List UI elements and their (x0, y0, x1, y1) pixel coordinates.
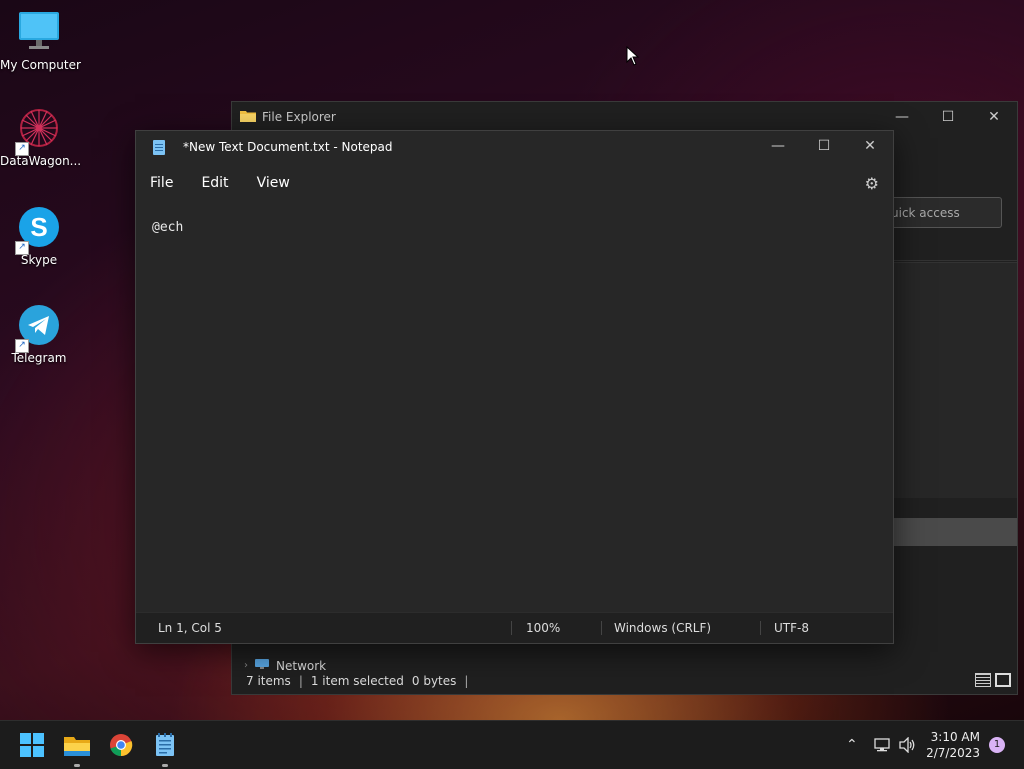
chevron-up-icon: ⌃ (846, 737, 858, 753)
selected-file-row[interactable] (893, 518, 1017, 546)
speaker-icon (899, 737, 915, 753)
minimize-button[interactable]: — (879, 102, 925, 132)
notepad-app-icon (153, 139, 165, 155)
taskbar-notepad[interactable] (149, 729, 181, 767)
telegram-icon: ↗ (15, 303, 61, 353)
explorer-window-controls: — ☐ ✕ (879, 102, 1017, 132)
taskbar-file-explorer[interactable] (61, 729, 93, 767)
start-button[interactable] (16, 729, 48, 761)
notepad-editor[interactable] (136, 203, 893, 609)
network-tray-button[interactable] (874, 721, 892, 769)
notepad-icon (156, 733, 174, 756)
chevron-right-icon: › (244, 660, 248, 671)
windows-logo-icon (20, 733, 44, 757)
nav-item-label: Network (276, 658, 327, 673)
settings-gear-icon[interactable]: ⚙ (865, 174, 879, 193)
menu-file[interactable]: File (136, 175, 187, 191)
svg-text:S: S (30, 212, 47, 242)
maximize-button[interactable]: ☐ (801, 131, 847, 161)
notepad-titlebar[interactable]: *New Text Document.txt - Notepad — ☐ ✕ (136, 131, 893, 163)
clock[interactable]: 3:10 AM 2/7/2023 (926, 729, 980, 761)
network-icon (254, 658, 270, 673)
notepad-window-controls: — ☐ ✕ (755, 131, 893, 161)
desktop-icon-label: DataWagon... (0, 154, 82, 168)
view-toggle (975, 673, 1011, 687)
shortcut-arrow-icon: ↗ (15, 142, 29, 156)
zoom-level: 100% (526, 621, 561, 635)
shortcut-arrow-icon: ↗ (15, 339, 29, 353)
notepad-menubar: File Edit View ⚙ (136, 163, 893, 203)
explorer-search-input[interactable]: uick access (878, 197, 1002, 228)
desktop-icon-my-computer[interactable]: My Computer (0, 10, 81, 72)
chrome-icon (110, 734, 133, 757)
clock-time: 3:10 AM (930, 730, 980, 744)
desktop-icon-skype[interactable]: S ↗ Skype (0, 205, 78, 267)
large-icons-view-icon[interactable] (995, 673, 1011, 687)
datawagon-icon: ↗ (15, 106, 61, 156)
mouse-cursor-icon (626, 46, 640, 66)
explorer-status-bar: 7 items | 1 item selected 0 bytes | (246, 674, 469, 688)
network-status-icon (874, 738, 890, 752)
volume-tray-button[interactable] (899, 721, 917, 769)
notepad-window[interactable]: *New Text Document.txt - Notepad — ☐ ✕ F… (135, 130, 894, 644)
monitor-icon (17, 10, 61, 54)
maximize-button[interactable]: ☐ (925, 102, 971, 132)
encoding: UTF-8 (774, 621, 809, 635)
desktop-icon-label: Skype (20, 253, 58, 267)
nav-item-network[interactable]: › Network (244, 658, 326, 673)
show-hidden-icons-button[interactable]: ⌃ (846, 721, 858, 769)
explorer-title: File Explorer (262, 110, 336, 124)
minimize-button[interactable]: — (755, 131, 801, 161)
folder-icon (240, 109, 256, 125)
folder-icon (64, 737, 90, 756)
running-indicator (74, 764, 80, 767)
menu-view[interactable]: View (243, 175, 304, 191)
explorer-content-area[interactable] (893, 262, 1017, 498)
taskbar-chrome[interactable] (105, 729, 137, 761)
desktop-icon-datawagon[interactable]: ↗ DataWagon... (0, 106, 82, 168)
details-view-icon[interactable] (975, 673, 991, 687)
selection-count: 1 item selected (310, 674, 404, 688)
cursor-position: Ln 1, Col 5 (158, 621, 222, 635)
notepad-title: *New Text Document.txt - Notepad (183, 140, 393, 154)
running-indicator (162, 764, 168, 767)
item-count: 7 items (246, 674, 291, 688)
notepad-status-bar: Ln 1, Col 5 100% Windows (CRLF) UTF-8 (136, 612, 893, 643)
text-editor-area[interactable] (136, 203, 893, 609)
close-button[interactable]: ✕ (971, 102, 1017, 132)
taskbar: ⌃ 3:10 AM 2/7/2023 1 (0, 720, 1024, 769)
shortcut-arrow-icon: ↗ (15, 241, 29, 255)
line-ending: Windows (CRLF) (614, 621, 712, 635)
search-placeholder: uick access (891, 205, 960, 220)
clock-date: 2/7/2023 (926, 746, 980, 760)
desktop-icon-telegram[interactable]: ↗ Telegram (0, 303, 78, 365)
skype-icon: S ↗ (15, 205, 61, 255)
notification-badge[interactable]: 1 (989, 737, 1005, 753)
selection-size: 0 bytes (411, 674, 457, 688)
desktop-icon-label: My Computer (0, 58, 81, 72)
close-button[interactable]: ✕ (847, 131, 893, 161)
desktop-icon-label: Telegram (11, 351, 67, 365)
menu-edit[interactable]: Edit (187, 175, 242, 191)
